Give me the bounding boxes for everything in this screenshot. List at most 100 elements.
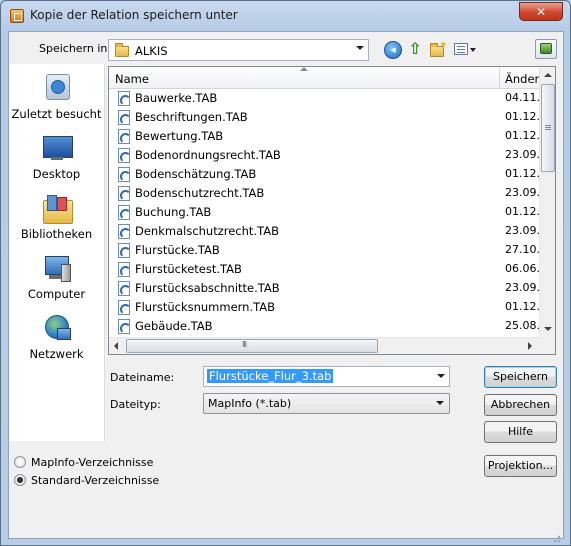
- standard-directories-radio[interactable]: [14, 474, 26, 486]
- file-modified-date: 23.09.2013: [505, 281, 539, 294]
- back-icon[interactable]: ◂: [384, 41, 402, 59]
- chevron-down-icon: [356, 46, 364, 50]
- mapinfo-table-file-icon: [118, 148, 131, 163]
- save-in-label: Speichern in:: [39, 42, 112, 55]
- new-folder-icon[interactable]: ✶: [430, 40, 448, 60]
- save-button[interactable]: Speichern: [484, 366, 557, 388]
- file-name: Beschriftungen.TAB: [135, 110, 248, 124]
- file-row[interactable]: Gebäude.TAB 25.08.2013: [109, 317, 539, 336]
- place-label: Bibliotheken: [20, 227, 93, 241]
- scroll-down-button[interactable]: [540, 321, 555, 337]
- filename-label: Dateiname:: [110, 371, 175, 384]
- mapinfo-table-file-icon: [118, 281, 131, 296]
- scroll-right-button[interactable]: [522, 338, 538, 354]
- scroll-left-button[interactable]: [109, 338, 125, 354]
- filename-value: Flurstücke_Flur_3.tab: [207, 369, 334, 383]
- mapinfo-table-file-icon: [118, 91, 131, 106]
- file-modified-date: 23.09.2013: [505, 224, 539, 237]
- projection-button[interactable]: Projektion...: [484, 455, 557, 477]
- file-modified-date: 23.09.2013: [505, 186, 539, 199]
- mapinfo-table-file-icon: [118, 262, 131, 277]
- scroll-up-button[interactable]: [540, 67, 555, 83]
- cancel-button[interactable]: Abbrechen: [484, 394, 557, 416]
- place-label: Netzwerk: [29, 347, 84, 361]
- place-label: Computer: [27, 287, 86, 301]
- window-title: Kopie der Relation speichern unter: [30, 8, 238, 22]
- file-name: Gebäude.TAB: [135, 319, 213, 333]
- place-computer[interactable]: Computer: [9, 254, 104, 304]
- file-modified-date: 01.12.2013: [505, 300, 539, 313]
- libraries-icon: [41, 194, 73, 224]
- column-header-date[interactable]: Änderungsdatum: [500, 67, 539, 89]
- title-bar[interactable]: Kopie der Relation speichern unter ✕: [1, 1, 570, 31]
- file-modified-date: 25.08.2013: [505, 319, 539, 332]
- view-menu-icon[interactable]: [454, 43, 476, 61]
- file-name: Bauwerke.TAB: [135, 91, 218, 105]
- chevron-down-icon[interactable]: [437, 374, 445, 378]
- file-modified-date: 04.11.2013: [505, 91, 539, 104]
- file-name: Buchung.TAB: [135, 205, 212, 219]
- file-row[interactable]: Bewertung.TAB 01.12.2013: [109, 127, 539, 146]
- up-folder-icon[interactable]: ⇧: [406, 40, 424, 58]
- save-dialog-window: Kopie der Relation speichern unter ✕ Spe…: [0, 0, 571, 546]
- file-name: Flurstücksabschnitte.TAB: [135, 281, 280, 295]
- vertical-scroll-thumb[interactable]: [541, 84, 555, 172]
- file-row[interactable]: Flurstücke.TAB 27.10.2013: [109, 241, 539, 260]
- file-row[interactable]: Buchung.TAB 01.12.2013: [109, 203, 539, 222]
- file-modified-date: 23.09.2013: [505, 148, 539, 161]
- mapinfo-table-file-icon: [118, 186, 131, 201]
- folder-icon: [115, 43, 129, 57]
- file-modified-date: 27.10.2013: [505, 243, 539, 256]
- place-label: Desktop: [32, 167, 81, 181]
- save-in-dropdown[interactable]: ALKIS: [108, 39, 369, 61]
- resize-grip[interactable]: [549, 531, 561, 543]
- filetype-dropdown[interactable]: MapInfo (*.tab): [203, 393, 450, 414]
- place-network[interactable]: Netzwerk: [9, 314, 104, 364]
- help-button[interactable]: Hilfe: [484, 421, 557, 443]
- filename-input[interactable]: Flurstücke_Flur_3.tab: [203, 366, 450, 387]
- file-name: Bodenschutzrecht.TAB: [135, 186, 265, 200]
- file-row[interactable]: Beschriftungen.TAB 01.12.2013: [109, 108, 539, 127]
- file-row[interactable]: Bodenschutzrecht.TAB 23.09.2013: [109, 184, 539, 203]
- mapinfo-table-file-icon: [118, 205, 131, 220]
- file-modified-date: 01.12.2013: [505, 110, 539, 123]
- chevron-down-icon: [436, 401, 444, 405]
- scroll-corner: [539, 337, 555, 354]
- file-name: Bodenordnungsrecht.TAB: [135, 148, 281, 162]
- file-row[interactable]: Bodenschätzung.TAB 01.12.2013: [109, 165, 539, 184]
- file-name: Denkmalschutzrecht.TAB: [135, 224, 279, 238]
- network-icon: [41, 314, 73, 344]
- mapinfo-table-file-icon: [118, 319, 131, 334]
- place-libraries[interactable]: Bibliotheken: [9, 194, 104, 244]
- mapinfo-directories-label[interactable]: MapInfo-Verzeichnisse: [31, 456, 153, 469]
- file-row[interactable]: Flurstücksabschnitte.TAB 23.09.2013: [109, 279, 539, 298]
- file-list[interactable]: Name Änderungsdatum Bauwerke.TAB 04.11.20…: [108, 66, 556, 355]
- file-row[interactable]: Bauwerke.TAB 04.11.2013: [109, 89, 539, 108]
- file-modified-date: 01.12.2013: [505, 205, 539, 218]
- column-header-label: Änderungsdatum: [505, 72, 539, 86]
- mapinfo-directories-radio[interactable]: [14, 456, 26, 468]
- file-row[interactable]: Bodenordnungsrecht.TAB 23.09.2013: [109, 146, 539, 165]
- recent-places-icon: [41, 72, 73, 102]
- file-modified-date: 06.06.2013: [505, 262, 539, 275]
- places-bar: Zuletzt besucht Desktop Bibliotheken Com…: [9, 64, 105, 441]
- app-icon: [10, 9, 24, 23]
- file-row[interactable]: Denkmalschutzrecht.TAB 23.09.2013: [109, 222, 539, 241]
- place-recent[interactable]: Zuletzt besucht: [9, 72, 104, 124]
- filetype-label: Dateityp:: [110, 398, 161, 411]
- toolbar-options-icon[interactable]: [535, 39, 557, 59]
- filetype-value: MapInfo (*.tab): [208, 397, 292, 410]
- vertical-scrollbar[interactable]: [539, 67, 555, 337]
- place-label: Zuletzt besucht: [11, 107, 102, 121]
- horizontal-scroll-thumb[interactable]: III: [126, 339, 378, 353]
- file-row[interactable]: Flurstücksnummern.TAB 01.12.2013: [109, 298, 539, 317]
- file-modified-date: 01.12.2013: [505, 167, 539, 180]
- column-header-name[interactable]: Name: [109, 67, 500, 89]
- close-button[interactable]: ✕: [519, 2, 563, 21]
- standard-directories-label[interactable]: Standard-Verzeichnisse: [31, 474, 159, 487]
- file-row[interactable]: Flurstücketest.TAB 06.06.2013: [109, 260, 539, 279]
- file-name: Flurstücke.TAB: [135, 243, 220, 257]
- save-in-value: ALKIS: [135, 44, 168, 58]
- place-desktop[interactable]: Desktop: [9, 134, 104, 184]
- horizontal-scrollbar[interactable]: III: [109, 337, 539, 354]
